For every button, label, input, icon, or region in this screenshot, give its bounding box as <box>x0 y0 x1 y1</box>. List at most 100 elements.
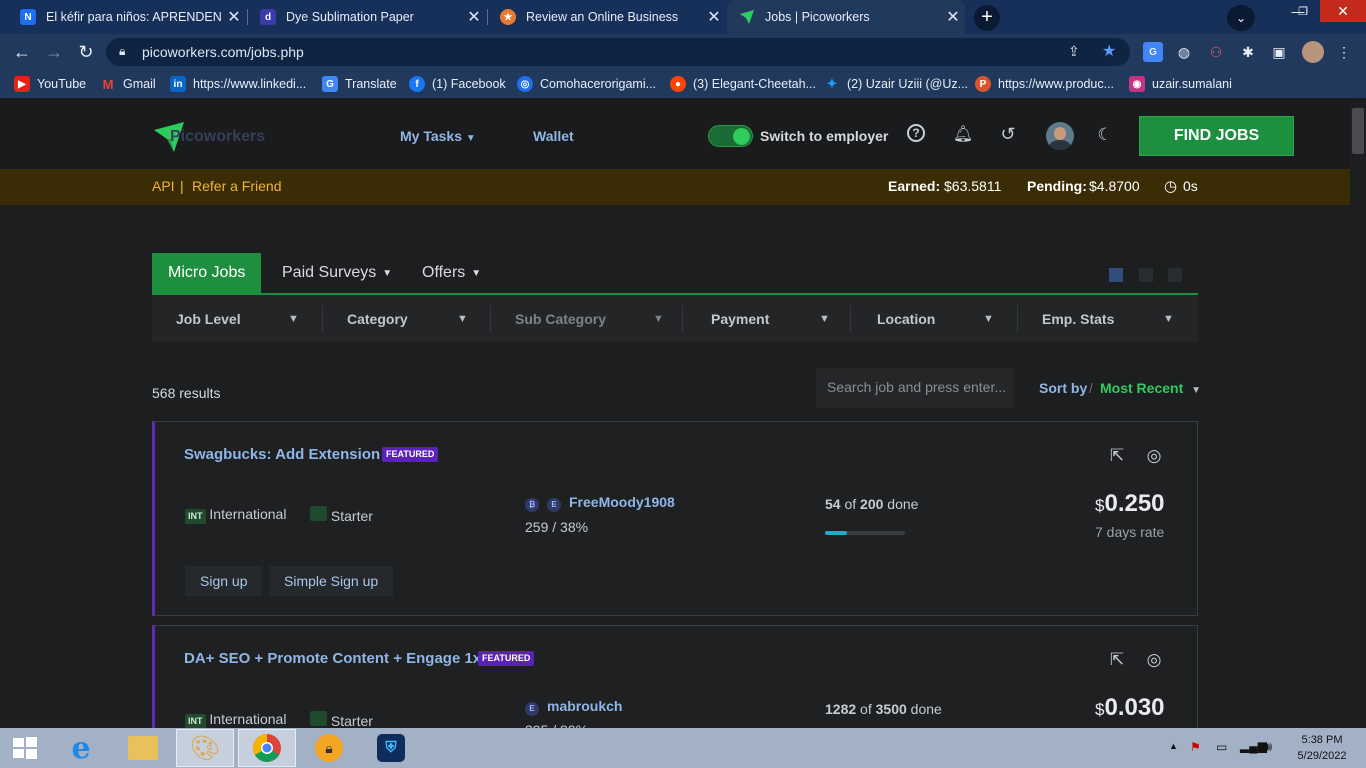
filter-emp-stats[interactable]: Emp. Stats ▼ <box>1042 295 1182 342</box>
picoworkers-logo[interactable]: Picoworkers <box>152 120 272 154</box>
scrollbar-thumb[interactable] <box>1352 108 1364 154</box>
tag-sign-up[interactable]: Sign up <box>185 566 263 596</box>
chrome-taskbar[interactable] <box>238 729 296 767</box>
caret-down-icon: ▼ <box>1163 312 1174 325</box>
tab-title: Jobs | Picoworkers <box>765 10 870 24</box>
forward-icon[interactable]: → <box>41 40 67 64</box>
refer-friend-link[interactable]: Refer a Friend <box>192 178 281 194</box>
paint-taskbar[interactable]: 🎨︎ <box>176 729 234 767</box>
new-tab-button[interactable]: + <box>974 5 1000 31</box>
tab-micro-jobs[interactable]: Micro Jobs <box>152 253 262 293</box>
browser-tab-1[interactable]: N El kéfir para niños: APRENDEN y C ✕ <box>8 0 246 34</box>
ethereum-icon: E <box>547 498 561 512</box>
help-icon[interactable]: ? <box>907 124 925 142</box>
google-translate-extension-icon[interactable]: G <box>1143 42 1163 62</box>
bookmark-producthunt[interactable]: Phttps://www.produc... <box>975 76 1114 92</box>
store-icon: d <box>260 9 276 25</box>
pending-label: Pending: <box>1027 178 1087 194</box>
nav-wallet[interactable]: Wallet <box>533 128 574 144</box>
restore-icon[interactable]: ❐ <box>1288 0 1318 22</box>
bookmark-instagram[interactable]: ◉ uzair.sumalani <box>1129 76 1232 92</box>
tab-paid-surveys[interactable]: Paid Surveys ▼ <box>282 253 392 293</box>
browser-tab-4-active[interactable]: Jobs | Picoworkers ✕ <box>727 0 965 34</box>
producthunt-icon: P <box>975 76 991 92</box>
clock-time[interactable]: 5:38 PM <box>1292 734 1352 746</box>
filter-category[interactable]: Category ▼ <box>347 295 487 342</box>
close-tab-icon[interactable]: ✕ <box>462 7 486 27</box>
job-title-link[interactable]: DA+ SEO + Promote Content + Engage 1x <box>184 650 481 667</box>
tag-simple-sign-up[interactable]: Simple Sign up <box>269 566 394 596</box>
reload-icon[interactable]: ↻ <box>73 40 99 64</box>
close-tab-icon[interactable]: ✕ <box>941 7 965 27</box>
close-tab-icon[interactable]: ✕ <box>702 7 726 27</box>
bookmark-youtube[interactable]: ▶ YouTube <box>14 76 86 92</box>
job-progress-fill <box>825 531 847 535</box>
list-view-icon[interactable] <box>1109 268 1123 282</box>
network-signal-icon[interactable]: ▂▄▆ <box>1240 739 1267 753</box>
close-tab-icon[interactable]: ✕ <box>222 7 246 27</box>
job-title-link[interactable]: Swagbucks: Add Extension <box>184 446 380 463</box>
bookmark-linkedin[interactable]: in https://www.linkedi... <box>170 76 306 92</box>
extensions-puzzle-icon[interactable]: ✱ <box>1238 42 1258 62</box>
bookmark-facebook[interactable]: f (1) Facebook <box>409 76 506 92</box>
vpn-app-taskbar[interactable]: 🔒︎ <box>300 729 358 767</box>
api-link[interactable]: API <box>152 178 175 194</box>
page-scrollbar[interactable] <box>1350 103 1366 728</box>
browser-tab-3[interactable]: ★ Review an Online Business ✕ <box>488 0 726 34</box>
volume-icon[interactable]: 🔊︎ <box>1264 739 1272 755</box>
find-jobs-button[interactable]: FIND JOBS <box>1139 116 1294 156</box>
globe-extension-icon[interactable]: ◍ <box>1174 42 1194 62</box>
side-panel-icon[interactable]: ▣ <box>1269 42 1289 62</box>
tab-search-icon[interactable]: ⌄ <box>1227 5 1255 31</box>
filter-location[interactable]: Location ▼ <box>877 295 1007 342</box>
job-card[interactable] <box>152 625 1198 735</box>
monitor-icon[interactable]: ▭ <box>1216 740 1227 754</box>
hide-eye-slash-icon[interactable]: ◎ <box>1143 445 1165 467</box>
filter-sub-category[interactable]: Sub Category ▼ <box>515 295 675 342</box>
switch-to-employer-toggle[interactable] <box>708 125 753 147</box>
flag-icon[interactable]: ⚑ <box>1190 740 1201 754</box>
grid-view-icon[interactable] <box>1168 268 1182 282</box>
share-icon[interactable]: ⇪ <box>1068 43 1080 60</box>
browser-menu-icon[interactable]: ⋮ <box>1334 42 1354 62</box>
profile-avatar-icon[interactable] <box>1302 41 1324 63</box>
history-icon[interactable]: ↺ <box>997 123 1019 145</box>
bookmark-star-icon[interactable]: ★ <box>1102 41 1116 61</box>
bookmark-label: https://www.linkedi... <box>193 77 307 91</box>
caret-down-icon: ▼ <box>1191 385 1202 396</box>
hide-eye-slash-icon[interactable]: ◎ <box>1143 649 1165 671</box>
tab-offers[interactable]: Offers ▼ <box>422 253 481 293</box>
open-external-icon[interactable]: ⇱ <box>1106 445 1128 467</box>
open-external-icon[interactable]: ⇱ <box>1106 649 1128 671</box>
level-text: Starter <box>330 508 373 524</box>
filter-job-level[interactable]: Job Level ▼ <box>176 295 326 342</box>
nav-my-tasks[interactable]: My Tasks ▼ <box>400 128 476 144</box>
clock-date[interactable]: 5/29/2022 <box>1292 750 1352 762</box>
tab-paid-surveys-label: Paid Surveys <box>282 264 377 281</box>
bookmark-reddit[interactable]: ● (3) Elegant-Cheetah... <box>670 76 816 92</box>
show-hidden-icons[interactable]: ▲ <box>1169 741 1178 751</box>
sort-most-recent-dropdown[interactable]: Most Recent ▼ <box>1100 380 1201 396</box>
bookmark-twitter[interactable]: ✦ (2) Uzair Uziii (@Uz... <box>824 76 968 92</box>
linkedin-icon: in <box>170 76 186 92</box>
bookmark-gmail[interactable]: M Gmail <box>100 76 156 92</box>
glasses-extension-icon[interactable]: ⚇ <box>1206 42 1226 62</box>
bookmark-origami[interactable]: ◎ Comohacerorigami... <box>517 76 656 92</box>
dark-mode-moon-icon[interactable]: ☾ <box>1094 124 1116 146</box>
address-bar[interactable]: 🔒︎ picoworkers.com/jobs.php ⇪ ★ <box>106 38 1130 66</box>
back-icon[interactable]: ← <box>9 40 35 64</box>
employer-name-link[interactable]: mabroukch <box>547 698 622 714</box>
file-explorer-taskbar[interactable] <box>114 729 172 767</box>
bell-icon[interactable]: 🔔︎ <box>952 123 974 145</box>
browser-tab-2[interactable]: d Dye Sublimation Paper ✕ <box>248 0 486 34</box>
employer-name-link[interactable]: FreeMoody1908 <box>569 494 675 510</box>
job-search-input[interactable]: Search job and press enter... <box>816 368 1014 408</box>
start-button[interactable] <box>0 729 50 767</box>
bookmark-translate[interactable]: G Translate <box>322 76 397 92</box>
compact-view-icon[interactable] <box>1139 268 1153 282</box>
close-window-icon[interactable]: ✕ <box>1320 0 1366 22</box>
user-avatar[interactable] <box>1046 122 1074 150</box>
filter-payment[interactable]: Payment ▼ <box>711 295 841 342</box>
security-app-taskbar[interactable]: ⛨ <box>362 729 420 767</box>
internet-explorer-taskbar[interactable]: e <box>52 729 110 767</box>
